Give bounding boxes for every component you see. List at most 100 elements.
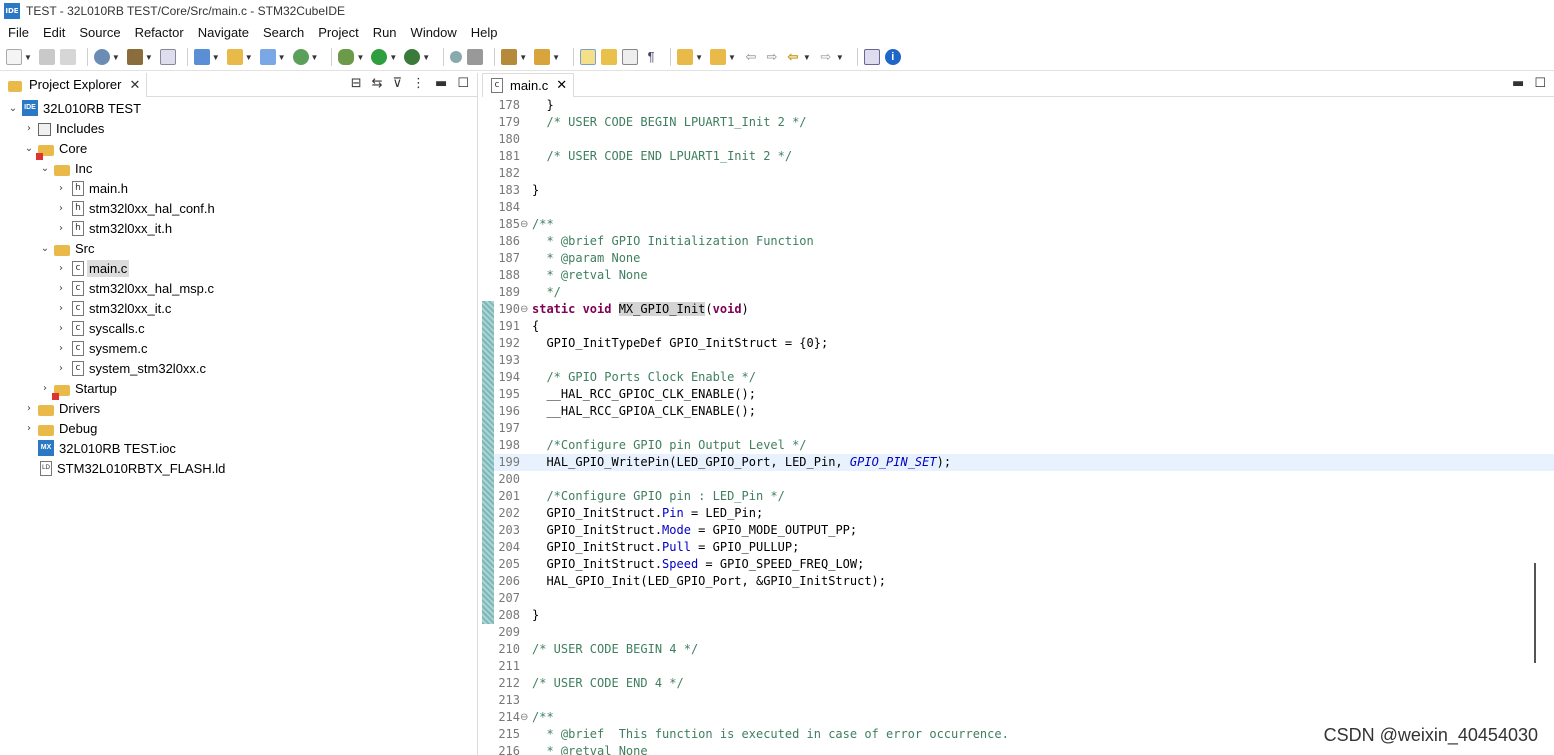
chevron-right-icon[interactable]: ›: [54, 343, 68, 354]
code-line[interactable]: 195 __HAL_RCC_GPIOC_CLK_ENABLE();: [482, 386, 1554, 403]
tab-main-c[interactable]: c main.c ✕: [482, 72, 575, 97]
close-icon[interactable]: ✕: [129, 77, 140, 93]
fold-toggle-icon[interactable]: ⊖: [520, 709, 530, 726]
tree-item[interactable]: › c sysmem.c: [0, 338, 477, 358]
tree-item[interactable]: LD STM32L010RBTX_FLASH.ld: [0, 458, 477, 478]
forward-icon[interactable]: ⇨: [818, 49, 834, 65]
vertical-scrollbar[interactable]: [1534, 563, 1536, 663]
chevron-right-icon[interactable]: ›: [54, 203, 68, 214]
prev-annotation-icon[interactable]: [709, 49, 726, 65]
code-line[interactable]: 212 /* USER CODE END 4 */: [482, 675, 1554, 692]
menu-navigate[interactable]: Navigate: [198, 25, 249, 40]
code-line[interactable]: 187 * @param None: [482, 250, 1554, 267]
code-editor[interactable]: 178 } 179 /* USER CODE BEGIN LPUART1_Init…: [482, 97, 1554, 755]
code-line[interactable]: 207: [482, 590, 1554, 607]
code-line[interactable]: 182: [482, 165, 1554, 182]
code-line[interactable]: 193: [482, 352, 1554, 369]
code-line[interactable]: 192 GPIO_InitTypeDef GPIO_InitStruct = {…: [482, 335, 1554, 352]
save-icon[interactable]: [38, 49, 55, 65]
back-dropdown-icon[interactable]: ▼: [803, 53, 811, 62]
chevron-down-icon[interactable]: ⌄: [38, 243, 52, 254]
skip-breakpoints-icon[interactable]: [450, 51, 463, 63]
code-line[interactable]: 186 * @brief GPIO Initialization Functio…: [482, 233, 1554, 250]
new-folder-icon[interactable]: [226, 49, 243, 65]
build-dropdown-icon[interactable]: ▼: [145, 53, 153, 62]
chevron-right-icon[interactable]: ›: [54, 363, 68, 374]
chevron-down-icon[interactable]: ⌄: [22, 143, 36, 154]
code-line[interactable]: 209: [482, 624, 1554, 641]
code-line[interactable]: 198 /*Configure GPIO pin Output Level */: [482, 437, 1554, 454]
tree-item[interactable]: › c syscalls.c: [0, 318, 477, 338]
chevron-right-icon[interactable]: ›: [54, 323, 68, 334]
save-all-icon[interactable]: [59, 49, 76, 65]
code-line[interactable]: 191 {: [482, 318, 1554, 335]
next-annotation-icon[interactable]: [677, 49, 694, 65]
tree-item[interactable]: › h stm32l0xx_it.h: [0, 218, 477, 238]
code-line[interactable]: 205 GPIO_InitStruct.Speed = GPIO_SPEED_F…: [482, 556, 1554, 573]
forward-dropdown-icon[interactable]: ▼: [836, 53, 844, 62]
tree-item[interactable]: › c stm32l0xx_it.c: [0, 298, 477, 318]
tree-item[interactable]: › h stm32l0xx_hal_conf.h: [0, 198, 477, 218]
code-line[interactable]: 181 /* USER CODE END LPUART1_Init 2 */: [482, 148, 1554, 165]
open-type-icon[interactable]: [501, 49, 518, 65]
debug-bug-icon[interactable]: [338, 49, 355, 65]
minimize-icon[interactable]: ▬: [1512, 76, 1524, 91]
filter-icon[interactable]: ⊽: [393, 76, 403, 91]
tree-item[interactable]: › c stm32l0xx_hal_msp.c: [0, 278, 477, 298]
code-line[interactable]: 194 /* GPIO Ports Clock Enable */: [482, 369, 1554, 386]
code-line[interactable]: 188 * @retval None: [482, 267, 1554, 284]
chevron-right-icon[interactable]: ›: [38, 383, 52, 394]
code-line[interactable]: 201 /*Configure GPIO pin : LED_Pin */: [482, 488, 1554, 505]
chevron-right-icon[interactable]: ›: [54, 263, 68, 274]
binary-icon[interactable]: [159, 49, 176, 65]
refresh-dropdown-icon[interactable]: ▼: [311, 53, 319, 62]
code-line[interactable]: 196 __HAL_RCC_GPIOA_CLK_ENABLE();: [482, 403, 1554, 420]
settings-icon[interactable]: [93, 49, 110, 65]
code-line[interactable]: 202 GPIO_InitStruct.Pin = LED_Pin;: [482, 505, 1554, 522]
code-line[interactable]: 199 HAL_GPIO_WritePin(LED_GPIO_Port, LED…: [482, 454, 1554, 471]
code-line[interactable]: 183}: [482, 182, 1554, 199]
class-dropdown-icon[interactable]: ▼: [278, 53, 286, 62]
chevron-right-icon[interactable]: ›: [54, 303, 68, 314]
code-line[interactable]: 206 HAL_GPIO_Init(LED_GPIO_Port, &GPIO_I…: [482, 573, 1554, 590]
refresh-icon[interactable]: [292, 49, 309, 65]
fold-toggle-icon[interactable]: ⊖: [520, 216, 530, 233]
code-line[interactable]: 214 ⊖/**: [482, 709, 1554, 726]
prev-annotation-dropdown-icon[interactable]: ▼: [728, 53, 736, 62]
code-line[interactable]: 185 ⊖/**: [482, 216, 1554, 233]
tree-item[interactable]: ⌄ Src: [0, 238, 477, 258]
tree-item[interactable]: › h main.h: [0, 178, 477, 198]
tab-project-explorer[interactable]: Project Explorer ✕: [0, 72, 148, 97]
code-line[interactable]: 189 */: [482, 284, 1554, 301]
code-line[interactable]: 204 GPIO_InitStruct.Pull = GPIO_PULLUP;: [482, 539, 1554, 556]
code-line[interactable]: 190 ⊖ static void MX_GPIO_Init(void): [482, 301, 1554, 318]
menu-source[interactable]: Source: [79, 25, 120, 40]
folder-dropdown-icon[interactable]: ▼: [245, 53, 253, 62]
chevron-down-icon[interactable]: ⌄: [6, 103, 20, 114]
code-line[interactable]: 208}: [482, 607, 1554, 624]
tree-item[interactable]: › c system_stm32l0xx.c: [0, 358, 477, 378]
external-tools-icon[interactable]: [404, 49, 421, 65]
external-tools-dropdown-icon[interactable]: ▼: [422, 53, 430, 62]
settings-dropdown-icon[interactable]: ▼: [112, 53, 120, 62]
open-type-dropdown-icon[interactable]: ▼: [519, 53, 527, 62]
minimize-icon[interactable]: ▬: [435, 76, 447, 91]
tree-item[interactable]: ⌄ Inc: [0, 158, 477, 178]
c-project-dropdown-icon[interactable]: ▼: [212, 53, 220, 62]
last-edit-icon[interactable]: ⇦: [743, 49, 759, 65]
search-icon[interactable]: [534, 49, 551, 65]
code-line[interactable]: 210 /* USER CODE BEGIN 4 */: [482, 641, 1554, 658]
debug-dropdown-icon[interactable]: ▼: [356, 53, 364, 62]
chevron-right-icon[interactable]: ›: [54, 223, 68, 234]
close-icon[interactable]: ✕: [556, 77, 567, 93]
chevron-down-icon[interactable]: ⌄: [38, 163, 52, 174]
info-icon[interactable]: i: [884, 49, 901, 65]
tree-item[interactable]: MX 32L010RB TEST.ioc: [0, 438, 477, 458]
open-perspective-icon[interactable]: [863, 49, 880, 65]
tree-item[interactable]: › Includes: [0, 118, 477, 138]
run-dropdown-icon[interactable]: ▼: [389, 53, 397, 62]
run-icon[interactable]: [371, 49, 388, 65]
code-line[interactable]: 203 GPIO_InitStruct.Mode = GPIO_MODE_OUT…: [482, 522, 1554, 539]
fold-toggle-icon[interactable]: ⊖: [520, 301, 530, 318]
menu-window[interactable]: Window: [411, 25, 457, 40]
